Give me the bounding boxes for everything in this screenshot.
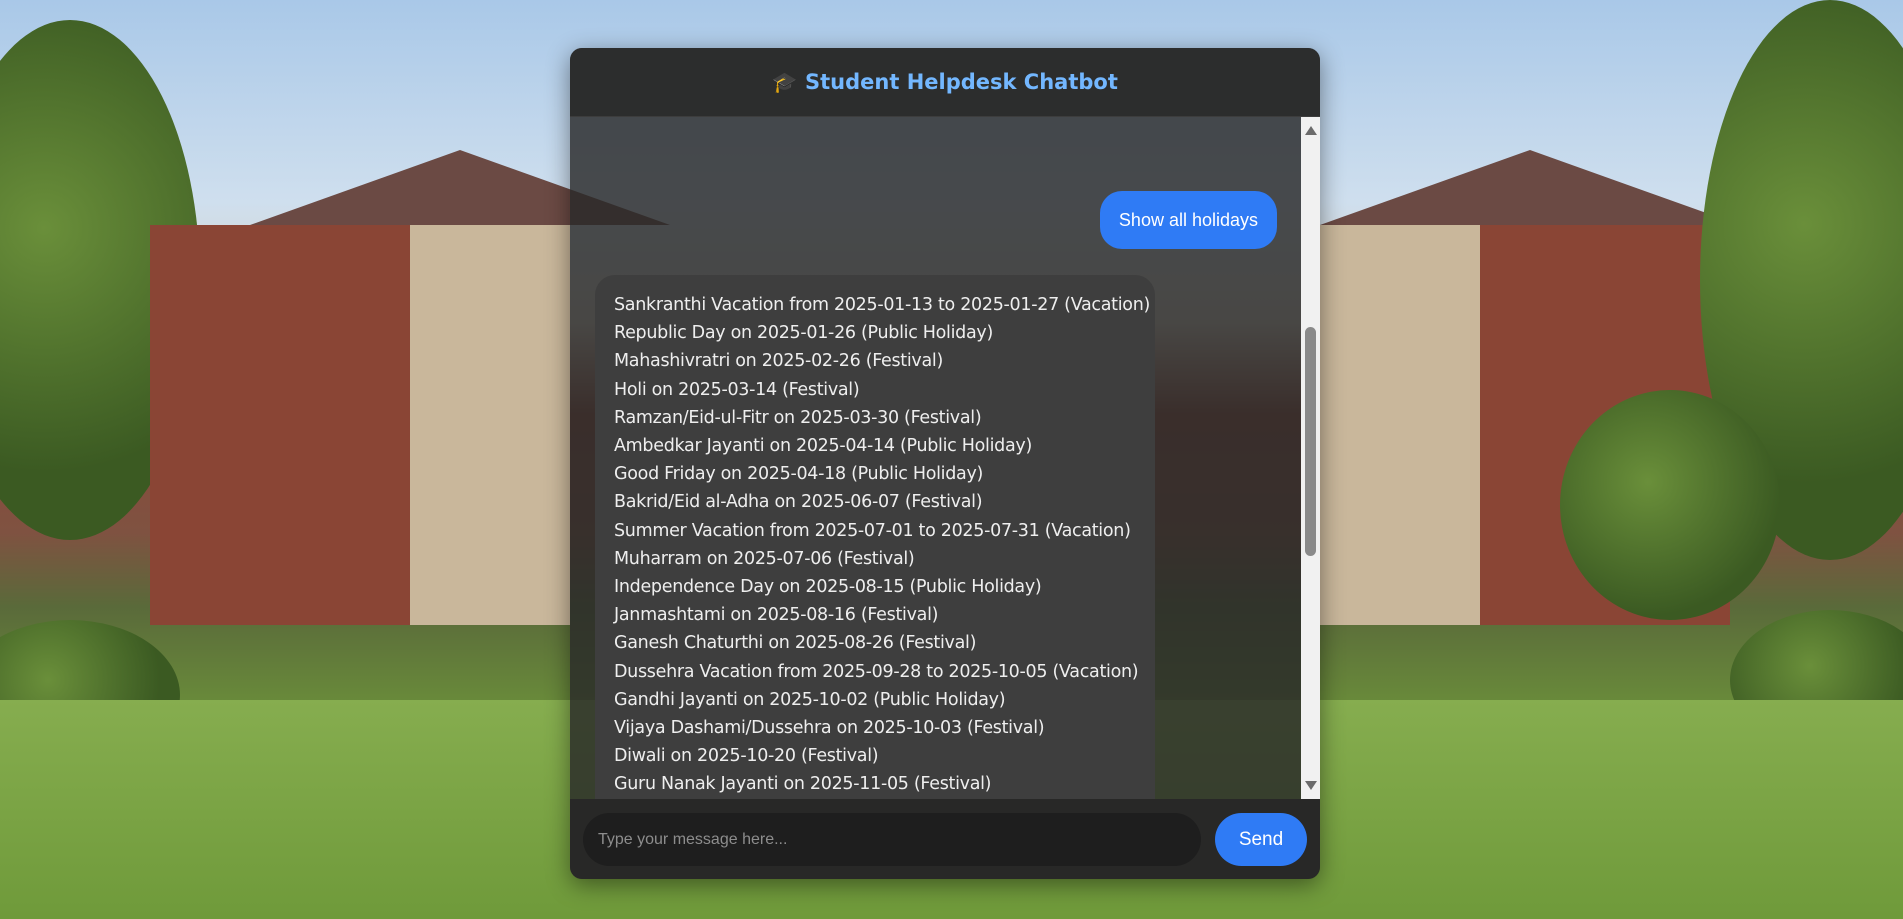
holiday-line: Gandhi Jayanti on 2025-10-02 (Public Hol… [614, 689, 1006, 710]
holiday-line: Holi on 2025-03-14 (Festival) [614, 379, 860, 400]
holiday-line: Independence Day on 2025-08-15 (Public H… [614, 577, 1042, 598]
chat-header: 🎓 Student Helpdesk Chatbot [570, 48, 1320, 117]
holiday-line: Ramzan/Eid-ul-Fitr on 2025-03-30 (Festiv… [614, 407, 982, 428]
chat-title: Student Helpdesk Chatbot [805, 70, 1118, 94]
input-bar: Send [570, 799, 1320, 879]
holiday-line: Good Friday on 2025-04-18 (Public Holida… [614, 464, 984, 485]
holiday-line: Republic Day on 2025-01-26 (Public Holid… [614, 323, 993, 344]
user-message: Show all holidays [1099, 191, 1277, 249]
scrollbar-thumb[interactable] [1305, 327, 1316, 556]
graduation-cap-icon: 🎓 [772, 70, 798, 94]
chat-window: 🎓 Student Helpdesk Chatbot Show all holi… [570, 48, 1320, 879]
send-button[interactable]: Send [1215, 813, 1307, 866]
message-list[interactable]: Show all holidays Sankranthi Vacation fr… [570, 117, 1320, 799]
message-input[interactable] [583, 813, 1201, 866]
holiday-line: Vijaya Dashami/Dussehra on 2025-10-03 (F… [614, 718, 1045, 739]
holiday-line: Dussehra Vacation from 2025-09-28 to 202… [614, 661, 1139, 682]
holiday-line: Muharram on 2025-07-06 (Festival) [614, 548, 915, 569]
holiday-line: Mahashivratri on 2025-02-26 (Festival) [614, 351, 944, 372]
message-scrollbar[interactable] [1301, 117, 1320, 799]
holiday-line: Ganesh Chaturthi on 2025-08-26 (Festival… [614, 633, 977, 654]
holiday-line: Guru Nanak Jayanti on 2025-11-05 (Festiv… [614, 774, 992, 795]
holiday-line: Summer Vacation from 2025-07-01 to 2025-… [614, 520, 1131, 541]
holiday-line: Sankranthi Vacation from 2025-01-13 to 2… [614, 295, 1151, 315]
scroll-up-arrow-icon[interactable] [1305, 126, 1317, 135]
holiday-line: Diwali on 2025-10-20 (Festival) [614, 746, 879, 767]
holiday-line: Bakrid/Eid al-Adha on 2025-06-07 (Festiv… [614, 492, 983, 513]
bot-message: Sankranthi Vacation from 2025-01-13 to 2… [595, 275, 1155, 799]
scroll-down-arrow-icon[interactable] [1305, 781, 1317, 790]
holiday-line: Ambedkar Jayanti on 2025-04-14 (Public H… [614, 436, 1032, 457]
holiday-line: Janmashtami on 2025-08-16 (Festival) [614, 605, 939, 626]
